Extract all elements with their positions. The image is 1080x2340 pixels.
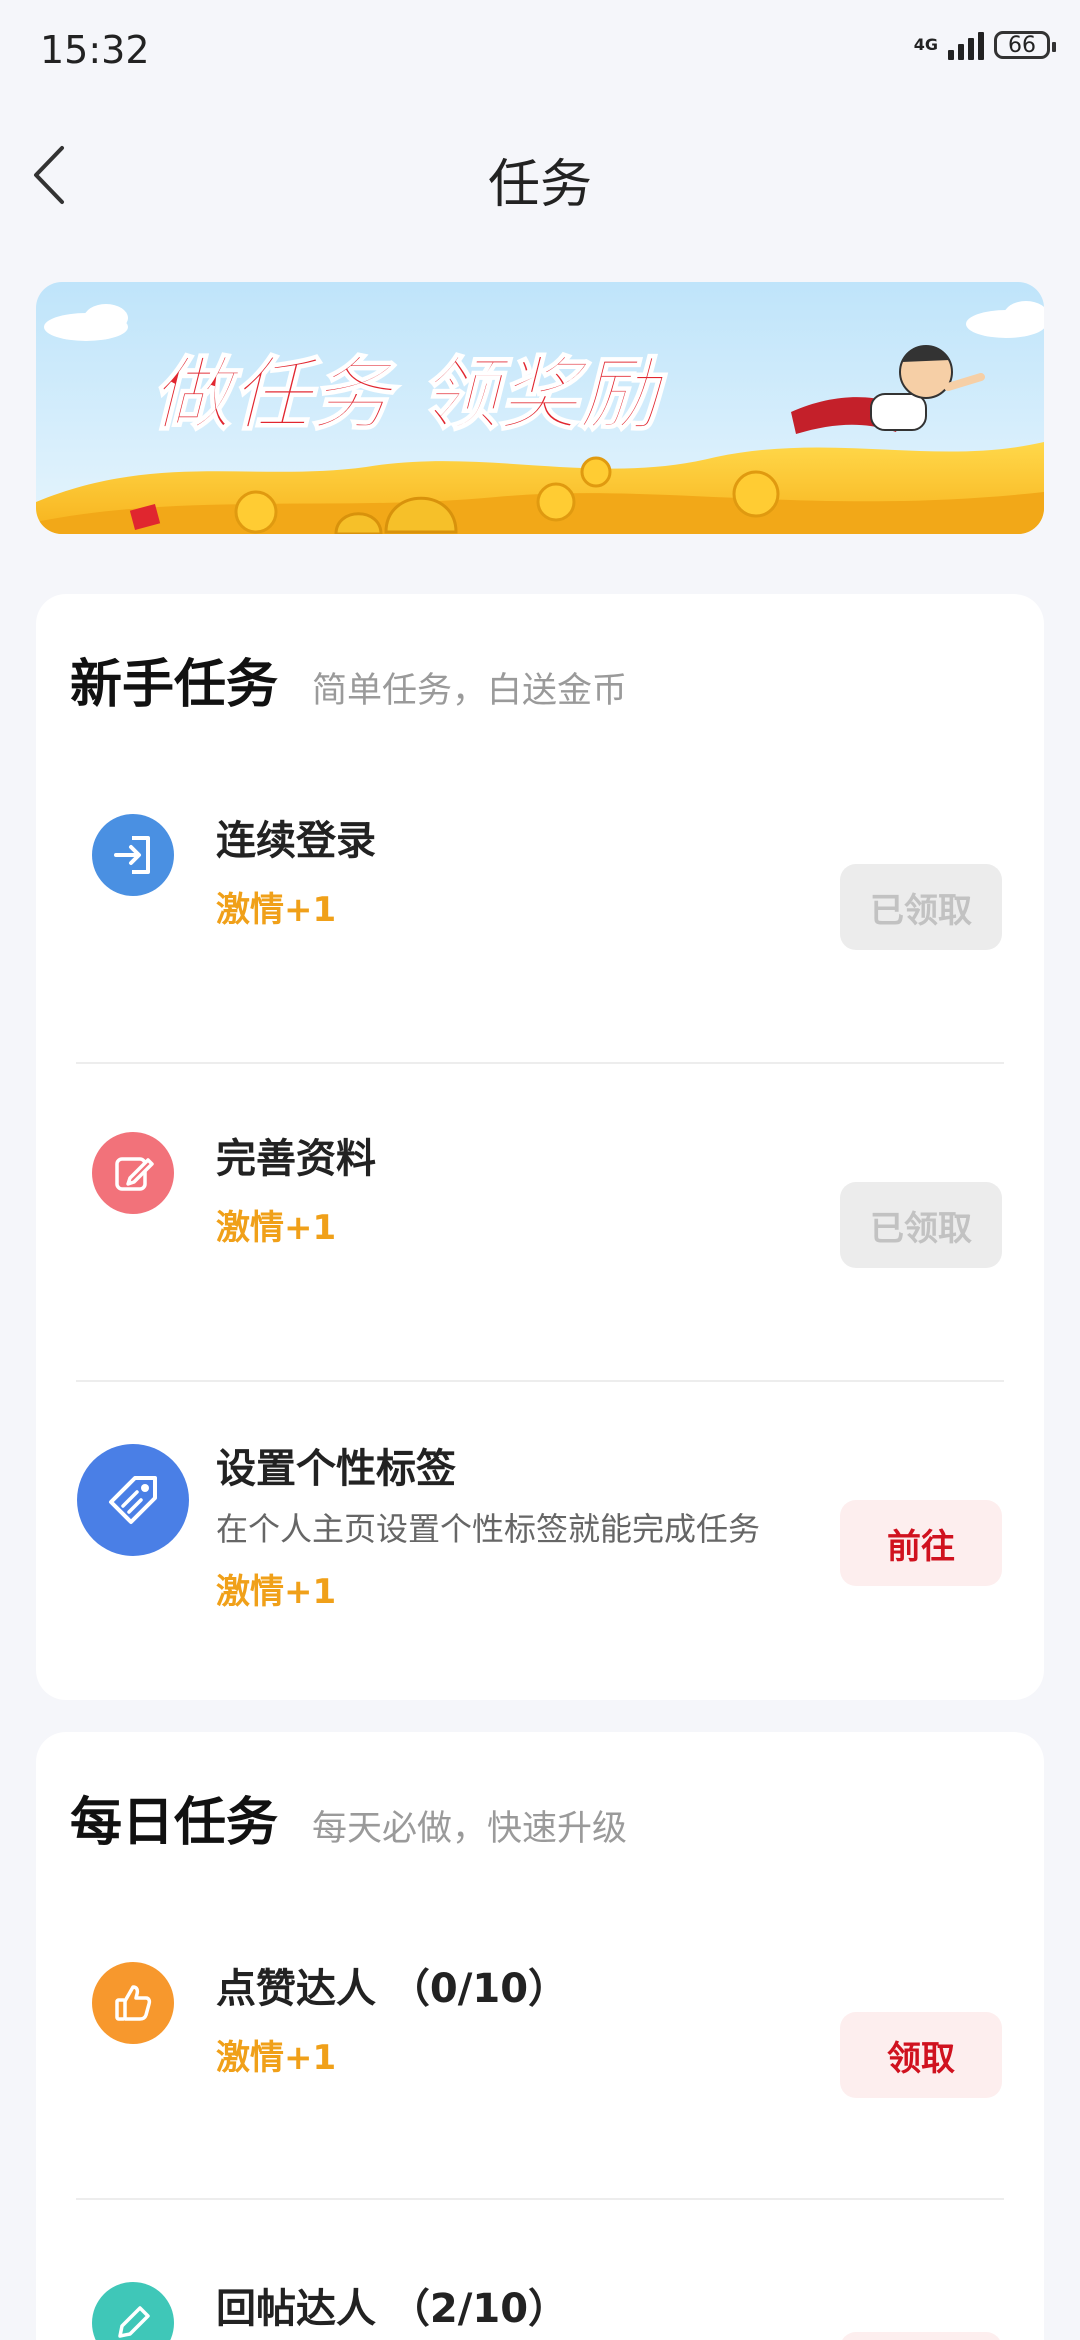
newbie-task-card: 新手任务 简单任务，白送金币 连续登录 激情+1 已领取 完善资料 激情+1 已… [36,594,1044,1700]
signal-icon [948,30,984,60]
task-title: 连续登录 [216,818,376,864]
divider [76,1380,1004,1382]
task-title: 设置个性标签 [216,1446,456,1492]
task-title: 点赞达人 （0/10） [216,1966,569,2012]
thumbs-up-icon [92,1962,174,2044]
banner-title: 做任务 领奖励 [151,348,668,441]
status-bar: 15:32 4G 66 [0,0,1080,100]
task-page: 15:32 4G 66 任务 做任务 领奖励 新手任务 简单任务，白送金币 连续… [0,0,1080,2340]
task-description: 在个人主页设置个性标签就能完成任务 [216,1510,761,1548]
card-header: 每日任务 每天必做，快速升级 [70,1780,627,1855]
claim-button[interactable]: 领取 [840,2012,1002,2098]
task-reward: 激情+1 [216,1572,337,1612]
daily-task-card: 每日任务 每天必做，快速升级 点赞达人 （0/10） 激情+1 领取 回帖达人 … [36,1732,1044,2340]
task-title: 回帖达人 （2/10） [216,2286,569,2332]
task-title: 完善资料 [216,1136,376,1182]
page-title: 任务 [487,155,592,215]
banner-art: 做任务 领奖励 [36,282,1044,534]
edit-icon [92,1132,174,1214]
go-button[interactable]: 前往 [840,1500,1002,1586]
tag-icon [77,1444,189,1556]
card-header: 新手任务 简单任务，白送金币 [70,642,627,717]
divider [76,1062,1004,1064]
battery-icon: 66 [994,31,1056,59]
promo-banner[interactable]: 做任务 领奖励 [36,282,1044,534]
task-reward: 激情+1 [216,1208,337,1248]
task-reward: 激情+1 [216,890,337,930]
claimed-button[interactable]: 已领取 [840,864,1002,950]
edit-icon [92,2282,174,2340]
section-subtitle: 简单任务，白送金币 [312,671,628,711]
status-icons: 4G 66 [913,30,1056,60]
network-label: 4G [913,35,938,54]
claimed-button[interactable]: 已领取 [840,1182,1002,1268]
task-reward: 激情+1 [216,2038,337,2078]
status-time: 15:32 [40,28,150,72]
login-icon [92,814,174,896]
section-title: 每日任务 [70,1793,279,1853]
divider [76,2198,1004,2200]
battery-level: 66 [1008,32,1036,58]
nav-header: 任务 [0,120,1080,230]
claim-button[interactable] [840,2332,1002,2340]
section-title: 新手任务 [70,655,279,715]
section-subtitle: 每天必做，快速升级 [312,1809,628,1849]
